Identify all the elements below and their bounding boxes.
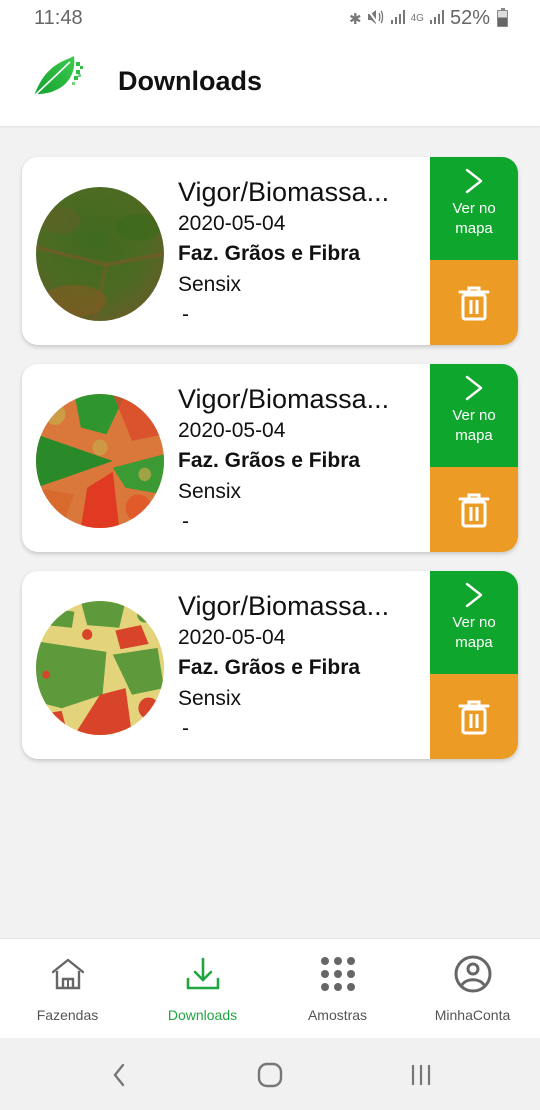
download-title: Vigor/Biomassa... [178,384,390,414]
download-date: 2020-05-04 [178,626,286,649]
download-extra: - [182,717,189,740]
bluetooth-icon: ✱ [349,10,362,28]
view-on-map-label: Ver no mapa [452,614,496,651]
download-info: Vigor/Biomassa... 2020-05-04 Faz. Grãos … [178,589,430,744]
battery-percent: 52% [449,7,490,29]
card-actions: Ver no mapa [430,157,518,345]
view-on-map-label: Ver no mapa [452,407,496,444]
home-icon [47,953,89,995]
download-title: Vigor/Biomassa... [178,591,390,621]
chevron-right-icon [465,582,483,608]
download-card[interactable]: Vigor/Biomassa... 2020-05-04 Faz. Grãos … [22,571,518,759]
download-date: 2020-05-04 [178,212,286,235]
download-card[interactable]: Vigor/Biomassa... 2020-05-04 Faz. Grãos … [22,157,518,345]
delete-button[interactable] [430,260,518,345]
back-icon[interactable] [101,1060,137,1090]
delete-button[interactable] [430,674,518,759]
nav-label: MinhaConta [434,1007,511,1023]
bottom-nav: Fazendas Downloads Amostras MinhaConta [0,938,540,1038]
download-date: 2020-05-04 [178,419,286,442]
home-circle-icon[interactable] [252,1060,288,1090]
status-bar: 11:48 ✱ 4G 52% [0,0,540,38]
system-nav-bar [0,1038,540,1110]
status-icons: ✱ 4G 52% [349,7,508,30]
download-icon [182,953,224,995]
download-extra: - [182,510,189,533]
download-company: Sensix [178,687,242,710]
view-on-map-button[interactable]: Ver no mapa [430,571,518,674]
card-actions: Ver no mapa [430,364,518,552]
view-on-map-button[interactable]: Ver no mapa [430,364,518,467]
map-thumbnail [36,394,164,528]
delete-button[interactable] [430,467,518,552]
recents-icon[interactable] [403,1060,439,1090]
download-info: Vigor/Biomassa... 2020-05-04 Faz. Grãos … [178,175,430,330]
nav-label: Downloads [167,1007,238,1023]
downloads-list: Vigor/Biomassa... 2020-05-04 Faz. Grãos … [22,157,518,778]
trash-icon [458,286,490,320]
download-info: Vigor/Biomassa... 2020-05-04 Faz. Grãos … [178,382,430,537]
nav-item-downloads[interactable]: Downloads [135,939,270,1038]
page-title: Downloads [118,66,263,96]
download-farm: Faz. Grãos e Fibra [178,242,361,265]
download-extra: - [182,303,189,326]
nav-label: Fazendas [36,1007,99,1023]
trash-icon [458,700,490,734]
download-company: Sensix [178,273,242,296]
battery-icon [497,8,508,27]
download-farm: Faz. Grãos e Fibra [178,449,361,472]
view-on-map-button[interactable]: Ver no mapa [430,157,518,260]
chevron-right-icon [465,375,483,401]
map-thumbnail [36,601,164,735]
chevron-right-icon [465,168,483,194]
leaf-logo-icon [30,52,86,100]
card-actions: Ver no mapa [430,571,518,759]
signal-icon [429,9,445,29]
nav-label: Amostras [307,1007,368,1023]
grid-dots-icon [317,953,359,995]
map-thumbnail [36,187,164,321]
signal-icon [390,9,406,29]
download-company: Sensix [178,480,242,503]
download-card[interactable]: Vigor/Biomassa... 2020-05-04 Faz. Grãos … [22,364,518,552]
trash-icon [458,493,490,527]
nav-item-amostras[interactable]: Amostras [270,939,405,1038]
mute-icon [366,8,385,29]
app-header: Downloads [0,38,540,126]
status-time: 11:48 [34,7,83,29]
4g-icon: 4G [410,12,424,24]
view-on-map-label: Ver no mapa [452,200,496,237]
account-circle-icon [452,953,494,995]
nav-item-fazendas[interactable]: Fazendas [0,939,135,1038]
download-title: Vigor/Biomassa... [178,177,390,207]
download-farm: Faz. Grãos e Fibra [178,656,361,679]
nav-item-minhaconta[interactable]: MinhaConta [405,939,540,1038]
